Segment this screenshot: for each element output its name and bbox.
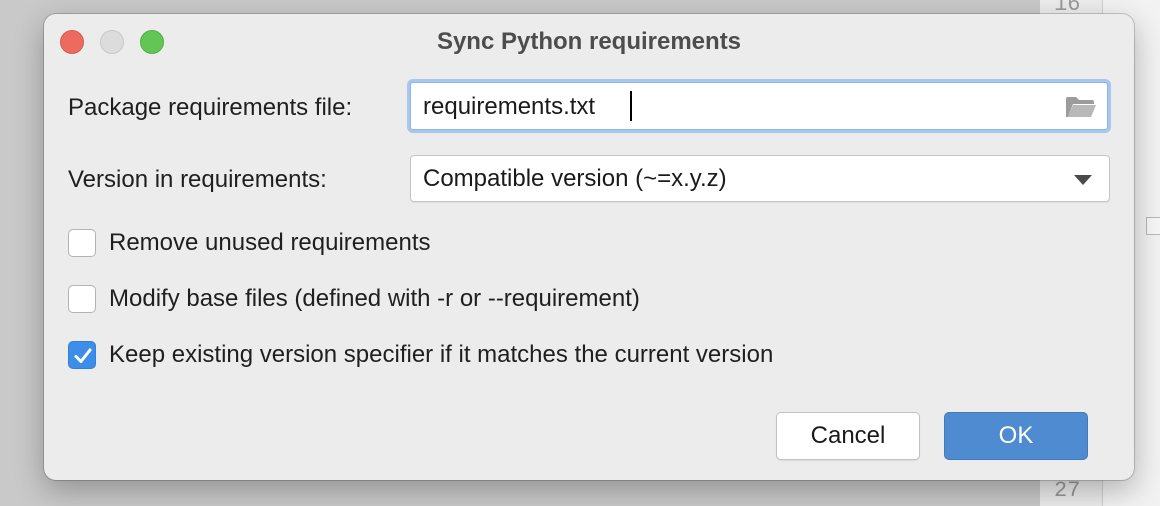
requirements-file-label: Package requirements file: [68, 94, 353, 121]
text-caret [630, 91, 632, 121]
requirements-file-value: requirements.txt [423, 93, 596, 120]
keep-version-specifier-checkbox[interactable] [68, 341, 96, 369]
title-bar[interactable]: Sync Python requirements [44, 14, 1134, 70]
version-label: Version in requirements: [68, 166, 327, 193]
option-label: Keep existing version specifier if it ma… [109, 341, 774, 368]
remove-unused-checkbox[interactable] [68, 229, 96, 257]
version-select[interactable]: Compatible version (~=x.y.z) [410, 155, 1110, 202]
option-label: Remove unused requirements [109, 229, 431, 256]
version-selected-value: Compatible version (~=x.y.z) [423, 165, 727, 192]
cancel-button[interactable]: Cancel [776, 412, 920, 460]
option-label: Modify base files (defined with -r or --… [109, 285, 640, 312]
requirements-file-input[interactable]: requirements.txt [410, 82, 1108, 130]
modify-base-files-checkbox[interactable] [68, 285, 96, 313]
option-remove-unused[interactable]: Remove unused requirements [68, 228, 528, 258]
option-modify-base-files[interactable]: Modify base files (defined with -r or --… [68, 284, 768, 314]
option-keep-version-specifier[interactable]: Keep existing version specifier if it ma… [68, 340, 908, 370]
folder-open-icon[interactable] [1065, 96, 1097, 118]
scroll-marker [1146, 217, 1160, 235]
chevron-down-icon [1074, 175, 1092, 185]
ok-button[interactable]: OK [944, 412, 1088, 460]
dialog-title: Sync Python requirements [436, 28, 742, 55]
line-number: 27 [1054, 478, 1081, 503]
sync-requirements-dialog: Sync Python requirements Package require… [44, 14, 1134, 480]
checkmark-icon [74, 348, 92, 363]
